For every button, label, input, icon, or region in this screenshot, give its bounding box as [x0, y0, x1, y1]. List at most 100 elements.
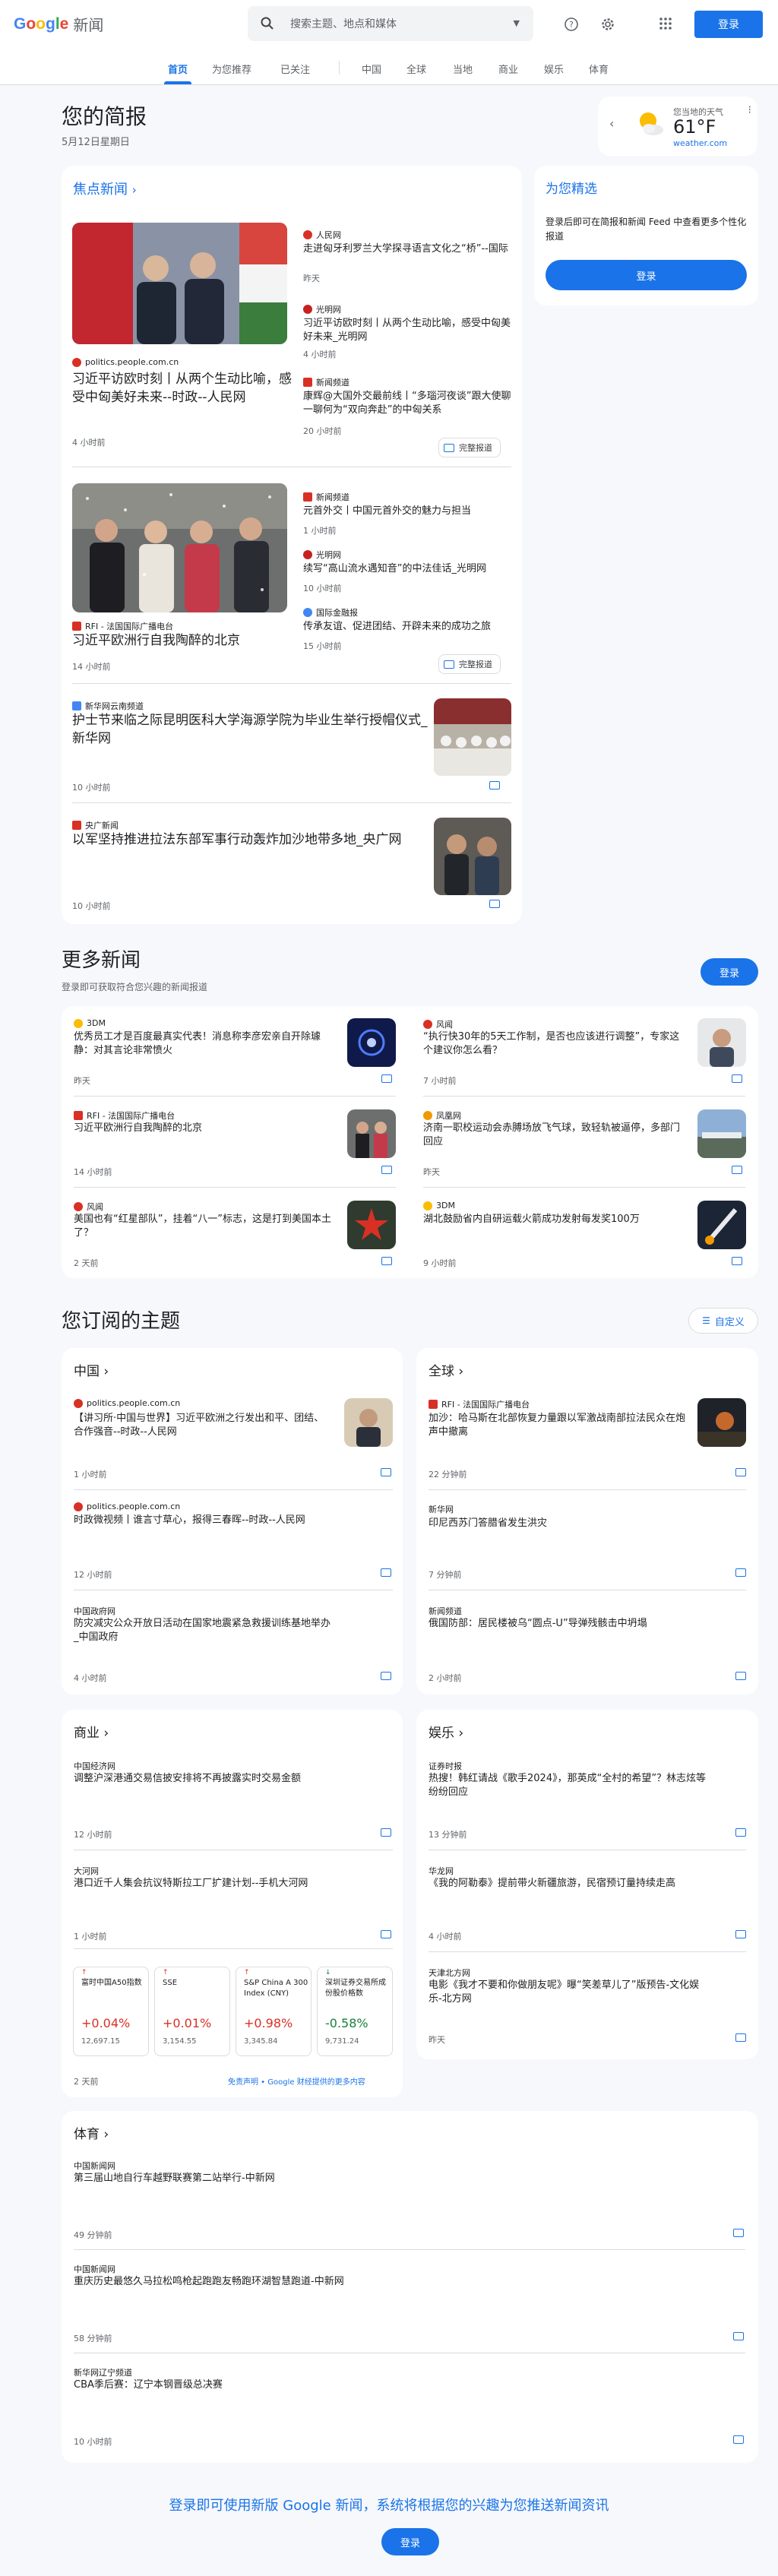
topic-world-title[interactable]: 全球 ›: [429, 1360, 463, 1379]
china-1-headline[interactable]: 【讲习所·中国与世界】习近平欧洲之行发出和平、团结、合作强音--时政--人民网: [74, 1412, 332, 1439]
topic-sports-title[interactable]: 体育 ›: [74, 2123, 109, 2142]
tab-business[interactable]: 商业: [498, 62, 518, 76]
gear-icon[interactable]: [600, 17, 615, 32]
newspaper-icon[interactable]: [381, 1828, 391, 1837]
help-icon[interactable]: ?: [564, 17, 579, 32]
newspaper-icon[interactable]: [735, 1828, 746, 1837]
apps-grid-icon[interactable]: [658, 17, 673, 32]
newspaper-icon[interactable]: [381, 1568, 391, 1577]
newspaper-icon[interactable]: [381, 1074, 392, 1083]
tab-china[interactable]: 中国: [362, 62, 381, 76]
more-news-3-headline[interactable]: 习近平欧洲行自我陶醉的北京: [74, 1122, 340, 1135]
topic-china-title[interactable]: 中国 ›: [74, 1360, 109, 1379]
china-2-headline[interactable]: 时政微视频丨谁言寸草心，报得三春晖--时政--人民网: [74, 1514, 332, 1527]
newspaper-icon[interactable]: [489, 900, 500, 908]
more-news-3-image[interactable]: [347, 1109, 396, 1158]
newspaper-icon[interactable]: [381, 1672, 391, 1680]
more-options-icon[interactable]: ⁝: [748, 104, 751, 116]
more-news-5-headline[interactable]: 美国也有“红星部队”，挂着“八一”标志，这是打到美国本土了？: [74, 1213, 340, 1240]
newspaper-icon[interactable]: [735, 1930, 746, 1938]
tab-sports[interactable]: 体育: [589, 62, 609, 76]
business-1-headline[interactable]: 调整沪深港通交易信披安排将不再披露实时交易金额: [74, 1772, 355, 1786]
topic-business-title[interactable]: 商业 ›: [74, 1722, 109, 1741]
newspaper-icon[interactable]: [489, 781, 500, 790]
entertainment-3-headline[interactable]: 电影《我才不要和你做朋友呢》曝“笑差草儿了”版预告-文化娱乐-北方网: [429, 1979, 710, 2006]
stock-tile[interactable]: ↑ S&P China A 300 Index (CNY) +0.98% 3,3…: [236, 1967, 312, 2056]
cluster-2-side-1-headline[interactable]: 元首外交丨中国元首外交的魅力与担当: [303, 505, 512, 518]
tab-local[interactable]: 当地: [453, 62, 473, 76]
google-news-logo[interactable]: Google 新闻: [14, 13, 103, 35]
china-3-headline[interactable]: 防灾减灾公众开放日活动在国家地震紧急救援训练基地举办_中国政府: [74, 1617, 332, 1644]
newspaper-icon[interactable]: [732, 1074, 742, 1083]
newspaper-icon[interactable]: [732, 1257, 742, 1265]
newspaper-icon[interactable]: [381, 1930, 391, 1938]
more-news-1-image[interactable]: [347, 1018, 396, 1067]
newspaper-icon[interactable]: [735, 1568, 746, 1577]
more-news-2-headline[interactable]: “执行快30年的5天工作制，是否也应该进行调整”，专家这个建议你怎么看？: [423, 1030, 689, 1058]
sports-1-headline[interactable]: 第三届山地自行车越野联赛第二站举行-中新网: [74, 2172, 682, 2185]
weather-source[interactable]: weather.com: [673, 138, 727, 148]
world-1-image[interactable]: [697, 1398, 746, 1447]
cluster-2-side-2-headline[interactable]: 续写“高山流水遇知音”的中法佳话_光明网: [303, 562, 512, 576]
single-2-headline[interactable]: 以军坚持推进拉法东部军事行动轰炸加沙地带多地_央广网: [72, 831, 429, 850]
cluster-2-side-3-headline[interactable]: 传承友谊、促进团结、开辟未来的成功之旅: [303, 620, 512, 634]
china-1-image[interactable]: [344, 1398, 393, 1447]
picks-signin-button[interactable]: 登录: [546, 260, 747, 290]
tab-entertainment[interactable]: 娱乐: [544, 62, 564, 76]
tab-home[interactable]: 首页: [168, 62, 188, 76]
topic-entertainment-title[interactable]: 娱乐 ›: [429, 1722, 463, 1741]
chevron-left-icon[interactable]: ‹: [609, 116, 614, 131]
more-news-2-image[interactable]: [697, 1018, 746, 1067]
stock-tile[interactable]: ↑ 富时中国A50指数 +0.04% 12,697.15: [73, 1967, 149, 2056]
cluster-1-side-3-headline[interactable]: 康辉@大国外交最前线丨“多瑙河夜谈”跟大使聊一聊何为“双向奔赴”的中匈关系: [303, 390, 512, 417]
cluster-1-side-2-headline[interactable]: 习近平访欧时刻丨从两个生动比喻，感受中匈美好未来_光明网: [303, 317, 512, 344]
customize-button[interactable]: ☰ 自定义: [688, 1308, 758, 1334]
more-news-signin-button[interactable]: 登录: [701, 958, 758, 986]
newspaper-icon[interactable]: [381, 1257, 392, 1265]
newspaper-icon[interactable]: [733, 2435, 744, 2444]
entertainment-2-headline[interactable]: 《我的阿勒泰》提前带火新疆旅游，民宿预订量持续走高: [429, 1877, 710, 1891]
cluster-2-full-coverage-button[interactable]: 完整报道: [438, 654, 501, 674]
cluster-1-main-headline[interactable]: 习近平访欧时刻丨从两个生动比喻，感受中匈美好未来--时政--人民网: [72, 371, 293, 407]
more-news-5-image[interactable]: [347, 1201, 396, 1249]
more-news-6-headline[interactable]: 湖北鼓励省内自研运载火箭成功发射每发奖100万: [423, 1213, 689, 1226]
newspaper-icon[interactable]: [381, 1166, 392, 1174]
search-icon[interactable]: [261, 17, 274, 34]
more-news-4-headline[interactable]: 济南一职校运动会赤膊场放飞气球，致轻轨被逼停，多部门回应: [423, 1122, 689, 1149]
signin-button[interactable]: 登录: [694, 11, 763, 38]
cluster-1-image[interactable]: [72, 223, 287, 344]
cluster-2-main-headline[interactable]: 习近平欧洲行自我陶醉的北京: [72, 632, 293, 650]
business-2-headline[interactable]: 港口近千人集会抗议特斯拉工厂扩建计划--手机大河网: [74, 1877, 355, 1891]
more-news-6-image[interactable]: [697, 1201, 746, 1249]
weather-widget[interactable]: ‹ 您当地的天气 61°F weather.com ⁝: [598, 97, 757, 156]
entertainment-1-headline[interactable]: 热搜！韩红请战《歌手2024》，那英成“全村的希望”？林志炫等纷纷回应: [429, 1772, 710, 1799]
single-1-headline[interactable]: 护士节来临之际昆明医科大学海源学院为毕业生举行授帽仪式_新华网: [72, 712, 429, 748]
top-stories-title[interactable]: 焦点新闻 ›: [73, 179, 137, 198]
newspaper-icon[interactable]: [735, 1672, 746, 1680]
more-news-4-image[interactable]: [697, 1109, 746, 1158]
tab-world[interactable]: 全球: [406, 62, 426, 76]
chevron-down-icon[interactable]: ▼: [514, 18, 520, 28]
stock-tile[interactable]: ↓ 深圳证券交易所成份股价格数 -0.58% 9,731.24: [317, 1967, 393, 2056]
finance-disclaimer-link[interactable]: 免责声明 • Google 财经提供的更多内容: [228, 2075, 365, 2087]
single-1-image[interactable]: [434, 698, 511, 776]
world-1-headline[interactable]: 加沙：哈马斯在北部恢复力量跟以军激战南部拉法民众在炮声中撤离: [429, 1412, 687, 1439]
sports-3-headline[interactable]: CBA季后赛：辽宁本钢晋级总决赛: [74, 2378, 682, 2392]
cluster-2-image[interactable]: [72, 483, 287, 612]
newspaper-icon[interactable]: [735, 1468, 746, 1476]
footer-signin-button[interactable]: 登录: [381, 2528, 439, 2555]
newspaper-icon[interactable]: [735, 2033, 746, 2042]
single-2-image[interactable]: [434, 818, 511, 895]
newspaper-icon[interactable]: [733, 2229, 744, 2237]
sports-2-headline[interactable]: 重庆历史最悠久马拉松鸣枪起跑跑友畅跑环湖智慧跑道-中新网: [74, 2275, 682, 2289]
newspaper-icon[interactable]: [381, 1468, 391, 1476]
world-2-headline[interactable]: 印尼西苏门答腊省发生洪灾: [429, 1517, 687, 1530]
tab-following[interactable]: 已关注: [280, 62, 310, 76]
newspaper-icon[interactable]: [732, 1166, 742, 1174]
tab-for-you[interactable]: 为您推荐: [212, 62, 251, 76]
more-news-1-headline[interactable]: 优秀员工才是百度最真实代表！消息称李彦宏亲自开除璩静：对其言论非常愤火: [74, 1030, 340, 1058]
search-box[interactable]: 搜索主题、地点和媒体 ▼: [248, 6, 533, 41]
cluster-1-full-coverage-button[interactable]: 完整报道: [438, 438, 501, 457]
cluster-1-side-1-headline[interactable]: 走进匈牙利罗兰大学探寻语言文化之“桥”--国际: [303, 242, 512, 256]
stock-tile[interactable]: ↑ SSE +0.01% 3,154.55: [154, 1967, 230, 2056]
